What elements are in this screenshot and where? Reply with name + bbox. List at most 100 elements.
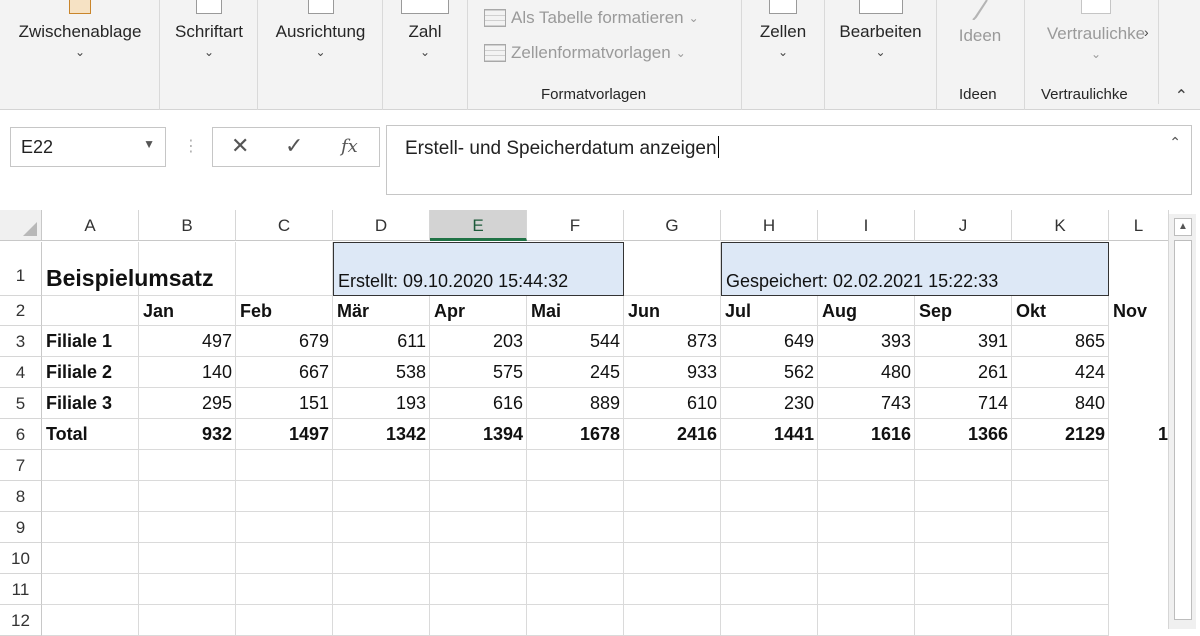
grid-cell[interactable] bbox=[818, 481, 915, 512]
grid-cell[interactable] bbox=[236, 605, 333, 636]
row-header-5[interactable]: 5 bbox=[0, 388, 42, 419]
scroll-up-icon[interactable]: ▲ bbox=[1174, 218, 1192, 236]
grid-cell[interactable] bbox=[333, 574, 430, 605]
column-header-c[interactable]: C bbox=[236, 210, 333, 241]
column-header-a[interactable]: A bbox=[42, 210, 139, 241]
column-header-e[interactable]: E bbox=[430, 210, 527, 241]
collapse-ribbon-icon[interactable]: ⌃ bbox=[1175, 86, 1188, 106]
grid-cell[interactable] bbox=[430, 543, 527, 574]
select-all-corner[interactable] bbox=[0, 210, 42, 241]
grid-cell[interactable] bbox=[139, 481, 236, 512]
grid-cell[interactable] bbox=[721, 543, 818, 574]
grid-cell[interactable] bbox=[42, 543, 139, 574]
grid-cell[interactable] bbox=[527, 543, 624, 574]
grid-cell[interactable] bbox=[236, 481, 333, 512]
grid-cell[interactable] bbox=[430, 450, 527, 481]
bearbeiten-button[interactable]: Bearbeiten ⌄ bbox=[833, 0, 928, 58]
grid-cell[interactable] bbox=[818, 574, 915, 605]
cancel-icon[interactable]: ✕ bbox=[231, 133, 249, 159]
grid-cell[interactable] bbox=[139, 605, 236, 636]
grid-cell[interactable] bbox=[42, 450, 139, 481]
grid-cell[interactable] bbox=[236, 543, 333, 574]
column-header-h[interactable]: H bbox=[721, 210, 818, 241]
grid-cell[interactable] bbox=[1012, 481, 1109, 512]
grid-cell[interactable] bbox=[333, 605, 430, 636]
grid-cell[interactable] bbox=[236, 242, 333, 296]
grid-cell[interactable] bbox=[1012, 450, 1109, 481]
grid-cell[interactable] bbox=[1012, 605, 1109, 636]
column-header-f[interactable]: F bbox=[527, 210, 624, 241]
grid-cell[interactable] bbox=[430, 574, 527, 605]
row-header-11[interactable]: 11 bbox=[0, 574, 42, 605]
grid-cell[interactable] bbox=[527, 605, 624, 636]
grid-cell[interactable] bbox=[333, 512, 430, 543]
chevron-up-icon[interactable]: ⌃ bbox=[1169, 134, 1181, 151]
schriftart-button[interactable]: Schriftart ⌄ bbox=[168, 0, 250, 58]
grid-cell[interactable] bbox=[915, 605, 1012, 636]
grid-cell[interactable] bbox=[915, 543, 1012, 574]
grid-cell[interactable] bbox=[333, 481, 430, 512]
column-header-g[interactable]: G bbox=[624, 210, 721, 241]
grid-cell[interactable] bbox=[818, 543, 915, 574]
column-header-j[interactable]: J bbox=[915, 210, 1012, 241]
column-header-i[interactable]: I bbox=[818, 210, 915, 241]
grid-cell[interactable] bbox=[333, 450, 430, 481]
grid-cell[interactable] bbox=[430, 481, 527, 512]
grid-cell[interactable] bbox=[527, 450, 624, 481]
zellenformatvorlagen-button[interactable]: Zellenformatvorlagen ⌄ bbox=[484, 43, 686, 63]
grid-cell[interactable] bbox=[1012, 543, 1109, 574]
grid-cell[interactable] bbox=[624, 605, 721, 636]
ideen-button[interactable]: Ideen bbox=[949, 0, 1011, 46]
grid-cell[interactable] bbox=[818, 450, 915, 481]
grid-cell[interactable] bbox=[42, 605, 139, 636]
grid-cell[interactable] bbox=[721, 605, 818, 636]
grid-cell[interactable] bbox=[42, 296, 139, 326]
formula-input[interactable]: Erstell- und Speicherdatum anzeigen ⌃ bbox=[386, 125, 1192, 195]
zahl-button[interactable]: Zahl ⌄ bbox=[395, 0, 455, 58]
zellen-button[interactable]: Zellen ⌄ bbox=[752, 0, 814, 58]
grid-cell[interactable] bbox=[915, 574, 1012, 605]
vertical-scrollbar[interactable]: ▲ bbox=[1168, 214, 1196, 629]
grid-cell[interactable] bbox=[721, 481, 818, 512]
grid-cell[interactable] bbox=[624, 450, 721, 481]
grid-cell[interactable] bbox=[333, 543, 430, 574]
grid-cell[interactable] bbox=[721, 512, 818, 543]
grid-cell[interactable] bbox=[624, 543, 721, 574]
row-header-6[interactable]: 6 bbox=[0, 419, 42, 450]
row-header-3[interactable]: 3 bbox=[0, 326, 42, 357]
worksheet-grid[interactable]: ABCDEFGHIJKL 1 2 3 4 5 6 7 8 9 10 11 12 Beispielums… bbox=[0, 208, 1200, 636]
grid-cell[interactable] bbox=[624, 512, 721, 543]
grid-cell[interactable] bbox=[527, 481, 624, 512]
grid-cell[interactable] bbox=[527, 512, 624, 543]
grid-cell[interactable] bbox=[1012, 512, 1109, 543]
grid-cell[interactable] bbox=[139, 574, 236, 605]
grid-cell[interactable] bbox=[915, 481, 1012, 512]
grid-cell[interactable] bbox=[139, 450, 236, 481]
row-header-9[interactable]: 9 bbox=[0, 512, 42, 543]
grid-cell[interactable] bbox=[236, 450, 333, 481]
chevron-down-icon[interactable]: ▼ bbox=[143, 137, 155, 151]
grid-cell[interactable] bbox=[430, 512, 527, 543]
row-header-2[interactable]: 2 bbox=[0, 296, 42, 326]
grid-cell[interactable] bbox=[624, 574, 721, 605]
grid-cell[interactable] bbox=[139, 512, 236, 543]
grid-cell[interactable] bbox=[721, 574, 818, 605]
grid-cell[interactable] bbox=[818, 512, 915, 543]
grid-cell[interactable] bbox=[236, 574, 333, 605]
formula-bar-grip-icon[interactable]: ⋮ bbox=[183, 136, 199, 156]
row-header-4[interactable]: 4 bbox=[0, 357, 42, 388]
grid-cell[interactable] bbox=[818, 605, 915, 636]
zwischenablage-button[interactable]: Zwischenablage ⌄ bbox=[12, 0, 148, 58]
grid-cell[interactable] bbox=[139, 543, 236, 574]
row-header-1[interactable]: 1 bbox=[0, 242, 42, 296]
ausrichtung-button[interactable]: Ausrichtung ⌄ bbox=[268, 0, 373, 58]
name-box[interactable]: E22 ▼ bbox=[10, 127, 166, 167]
column-header-d[interactable]: D bbox=[333, 210, 430, 241]
column-header-l[interactable]: L bbox=[1109, 210, 1169, 241]
insert-function-icon[interactable]: fx bbox=[341, 136, 358, 157]
enter-check-icon[interactable]: ✓ bbox=[285, 133, 303, 159]
column-header-b[interactable]: B bbox=[139, 210, 236, 241]
scroll-thumb[interactable] bbox=[1174, 240, 1192, 620]
vertraulichkeit-button[interactable]: Vertraulichke ⌄ bbox=[1041, 0, 1151, 60]
ribbon-scroll-right-icon[interactable]: › bbox=[1144, 24, 1149, 40]
